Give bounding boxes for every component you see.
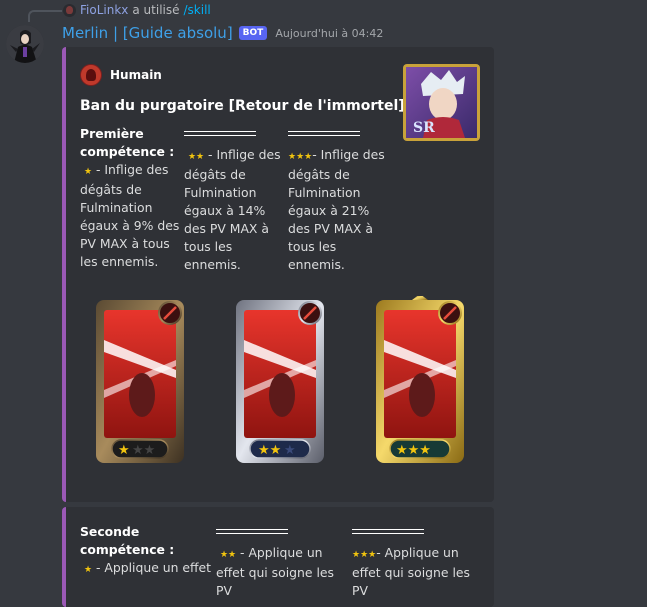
message-header: Merlin | [Guide absolu] BOT Aujourd'hui … [62, 24, 383, 42]
field-name-line1: Première [80, 126, 144, 141]
author-name[interactable]: Merlin | [Guide absolu] [62, 24, 233, 42]
field-name: Première compétence : [80, 125, 180, 161]
card-bronze: ★ ★★ [96, 300, 184, 463]
reply-username[interactable]: FioLinkx [80, 3, 128, 17]
race-icon [80, 64, 102, 86]
reply-avatar[interactable] [63, 3, 76, 17]
field-value-text: - Inflige des dégâts de Fulmination égau… [80, 162, 180, 269]
embed-author: Humain [80, 64, 162, 86]
bot-badge: BOT [238, 26, 268, 40]
skill-embed-2: Seconde compétence : ★ - Applique un eff… [62, 507, 494, 607]
timestamp: Aujourd'hui à 04:42 [275, 26, 384, 40]
card-gold: ★★★ [376, 294, 464, 463]
star-icon: ★ [83, 167, 93, 177]
reply-command[interactable]: /skill [184, 3, 211, 17]
svg-text:★★: ★★ [132, 443, 155, 458]
field-divider [352, 529, 424, 534]
field-value-text: - Inflige des dégâts de Fulmination égau… [288, 147, 385, 272]
skill-2-star-1: Seconde compétence : ★ - Applique un eff… [80, 523, 211, 579]
field-name-line2: compétence : [80, 542, 175, 557]
field-value-text: - Applique un effet [92, 560, 212, 575]
field-name-line1: Seconde [80, 524, 140, 539]
star-icon: ★★★ [352, 550, 377, 560]
svg-text:★★: ★★ [258, 443, 281, 458]
field-value: ★ - Inflige des dégâts de Fulmination ég… [80, 161, 180, 271]
field-name: Seconde compétence : [80, 523, 180, 559]
field-divider [288, 131, 360, 136]
skill-embed: Humain Ban du purgatoire [Retour de l'im… [62, 47, 494, 502]
skill-2-star-2: ★★ - Applique un effet qui soigne les PV [216, 523, 346, 600]
reply-context[interactable]: FioLinkx a utilisé /skill [63, 3, 211, 17]
field-divider [184, 131, 256, 136]
skill-cards-image[interactable]: ★ ★★ ★★ ★ ★★★ [92, 294, 472, 471]
field-value-text: - Inflige des dégâts de Fulmination égau… [184, 147, 281, 272]
reply-text: a utilisé [132, 3, 180, 17]
star-icon: ★★ [187, 152, 205, 162]
skill-1-star-2: ★★ - Inflige des dégâts de Fulmination é… [184, 125, 284, 274]
embed-title: Ban du purgatoire [Retour de l'immortel] [80, 98, 405, 114]
svg-text:SR: SR [413, 120, 435, 136]
skill-1-star-1: Première compétence : ★ - Inflige des dé… [80, 125, 180, 271]
embed-author-name: Humain [110, 68, 162, 82]
star-icon: ★ [83, 565, 93, 575]
field-value: ★★ - Inflige des dégâts de Fulmination é… [184, 146, 284, 274]
field-divider [216, 529, 288, 534]
svg-text:★: ★ [118, 443, 130, 458]
skill-2-star-3: ★★★- Applique un effet qui soigne les PV [352, 523, 487, 600]
field-value: ★★ - Applique un effet qui soigne les PV [216, 544, 346, 600]
field-value: ★ - Applique un effet [80, 559, 211, 579]
star-icon: ★★★ [288, 152, 313, 162]
reply-connector [28, 10, 62, 22]
field-name-line2: compétence : [80, 144, 175, 159]
card-silver: ★★ ★ [236, 300, 324, 463]
skill-1-star-3: ★★★- Inflige des dégâts de Fulmination é… [288, 125, 388, 274]
field-value: ★★★- Inflige des dégâts de Fulmination é… [288, 146, 388, 274]
avatar[interactable] [6, 25, 44, 63]
field-value: ★★★- Applique un effet qui soigne les PV [352, 544, 487, 600]
character-thumbnail[interactable]: SR [403, 64, 480, 141]
svg-text:★: ★ [284, 443, 296, 458]
star-icon: ★★ [219, 550, 237, 560]
svg-text:★★★: ★★★ [396, 443, 431, 458]
